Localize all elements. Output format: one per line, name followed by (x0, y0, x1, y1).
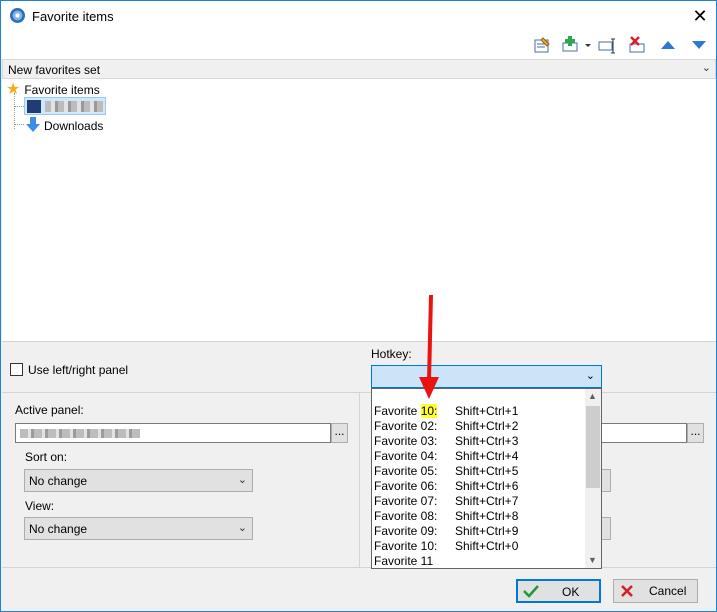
hotkey-option-label: Favorite 06: (374, 479, 438, 493)
chevron-down-icon: ⌄ (237, 474, 247, 486)
hotkey-option-label: Favorite 10: (374, 539, 438, 553)
favorites-tree[interactable]: ★ Favorite items Downloads (2, 79, 716, 341)
hotkey-option-label: Favorite 02: (374, 419, 438, 433)
hotkey-option-name: Favorite 11 (374, 554, 434, 568)
move-down-icon[interactable] (689, 35, 709, 55)
hotkey-option-label: Favorite 05: (374, 464, 438, 478)
hotkey-option-shortcut: Shift+Ctrl+1 (455, 404, 519, 418)
download-arrow-icon (26, 117, 40, 132)
annotation-arrow-icon (419, 294, 439, 399)
hotkey-option-label: Favorite 04: (374, 449, 438, 463)
favorites-set-select[interactable]: New favorites set ⌄ (2, 59, 716, 79)
tree-item-obscured[interactable] (24, 97, 106, 115)
add-icon[interactable] (561, 35, 581, 55)
view-value: No change (29, 522, 88, 536)
use-left-right-panel-label: Use left/right panel (28, 363, 129, 377)
hotkey-option[interactable]: Favorite 02: Shift+Ctrl+2 (372, 419, 587, 434)
hotkey-option-shortcut: Shift+Ctrl+3 (455, 434, 519, 448)
checkmark-icon (523, 585, 539, 598)
hotkey-option[interactable]: Favorite 06: Shift+Ctrl+6 (372, 479, 587, 494)
title-bar: Favorite items ✕ (1, 1, 716, 31)
hotkey-option[interactable]: Favorite 11 (372, 554, 587, 568)
scroll-up-icon[interactable]: ▲ (588, 391, 597, 401)
hotkey-option[interactable]: Favorite 10: Shift+Ctrl+0 (372, 539, 587, 554)
hotkey-option-name: Favorite 07: (374, 494, 437, 509)
hotkey-option-shortcut: Shift+Ctrl+7 (455, 494, 519, 508)
chevron-down-icon: ⌄ (237, 522, 247, 534)
ok-label: OK (562, 585, 580, 599)
hotkey-option[interactable]: Favorite 10: Shift+Ctrl+1 (372, 404, 587, 419)
favorites-set-value: New favorites set (8, 63, 101, 77)
hotkey-option-name: Favorite 08: (374, 509, 437, 524)
chevron-down-icon: ⌄ (585, 370, 595, 382)
hotkey-option[interactable]: Favorite 07: Shift+Ctrl+7 (372, 494, 587, 509)
hotkey-option-label: Favorite 08: (374, 509, 438, 523)
hotkey-option-shortcut: Shift+Ctrl+0 (455, 539, 519, 553)
sort-on-value: No change (29, 474, 88, 488)
view-select[interactable]: No change ⌄ (24, 517, 253, 540)
hotkey-option[interactable]: Favorite 09: Shift+Ctrl+9 (372, 524, 587, 539)
hotkey-option-label: Favorite 11 (374, 554, 434, 568)
hotkey-option-name: Favorite 04: (374, 449, 437, 464)
hotkey-option[interactable]: Favorite 04: Shift+Ctrl+4 (372, 449, 587, 464)
tree-item-downloads[interactable]: Downloads (44, 117, 103, 135)
hotkey-option-name: Favorite 05: (374, 464, 437, 479)
sort-on-select[interactable]: No change ⌄ (24, 469, 253, 492)
hotkey-option-name: Favorite 09: (374, 524, 437, 539)
sort-on-label: Sort on: (25, 450, 68, 464)
hotkey-option-label: Favorite 03: (374, 434, 438, 448)
app-icon (10, 8, 25, 23)
active-panel-path-input[interactable] (15, 423, 331, 443)
close-icon[interactable]: ✕ (689, 5, 711, 27)
ok-button[interactable]: OK (516, 579, 601, 603)
cancel-x-icon (621, 585, 633, 597)
inactive-panel-browse-button[interactable]: ... (687, 423, 704, 443)
hotkey-option-name: Favorite 10: (374, 539, 437, 554)
dropdown-caret-icon[interactable] (583, 35, 593, 55)
view-label: View: (25, 499, 55, 513)
active-panel-browse-button[interactable]: ... (331, 423, 348, 443)
cancel-label: Cancel (649, 584, 687, 598)
hotkey-option-shortcut: Shift+Ctrl+9 (455, 524, 519, 538)
hotkey-option-shortcut: Shift+Ctrl+6 (455, 479, 519, 493)
obscured-label (45, 101, 105, 112)
move-up-icon[interactable] (658, 35, 678, 55)
active-panel-label: Active panel: (15, 403, 84, 417)
edit-icon[interactable] (532, 35, 552, 55)
folder-icon (27, 100, 41, 113)
rename-icon[interactable] (597, 35, 617, 55)
tree-root-label: Favorite items (24, 83, 100, 97)
hotkey-option[interactable]: Favorite 05: Shift+Ctrl+5 (372, 464, 587, 479)
window-title: Favorite items (32, 9, 114, 24)
cancel-button[interactable]: Cancel (613, 579, 698, 603)
hotkey-option-shortcut: Shift+Ctrl+4 (455, 449, 519, 463)
tree-item-label: Downloads (44, 119, 104, 133)
favorite-items-dialog: Favorite items ✕ New favorites set ⌄ ★ F… (0, 0, 717, 612)
hotkey-option-shortcut: Shift+Ctrl+2 (455, 419, 519, 433)
inactive-panel-path-input[interactable] (599, 423, 687, 443)
hotkey-option-name: Favorite 03: (374, 434, 437, 449)
hotkey-label: Hotkey: (371, 347, 412, 361)
hotkey-option-name: Favorite 02: (374, 419, 437, 434)
hotkey-option[interactable]: Favorite 08: Shift+Ctrl+8 (372, 509, 587, 524)
toolbar (1, 31, 716, 59)
hotkey-option[interactable]: Favorite 03: Shift+Ctrl+3 (372, 434, 587, 449)
obscured-path (20, 429, 140, 438)
chevron-down-icon: ⌄ (701, 62, 711, 74)
scroll-thumb[interactable] (586, 406, 600, 488)
scroll-down-icon[interactable]: ▼ (588, 555, 597, 565)
hotkey-option-label: Favorite 09: (374, 524, 438, 538)
hotkey-dropdown-list[interactable]: Favorite 10: Shift+Ctrl+1 Favorite 02: Shif… (371, 388, 602, 569)
use-left-right-panel-checkbox[interactable] (10, 363, 23, 376)
hotkey-option-label: Favorite 07: (374, 494, 438, 508)
hotkey-option-shortcut: Shift+Ctrl+8 (455, 509, 519, 523)
hotkey-option-shortcut: Shift+Ctrl+5 (455, 464, 519, 478)
dropdown-scrollbar[interactable]: ▲ ▼ (585, 389, 601, 568)
hotkey-option-name: Favorite 06: (374, 479, 437, 494)
hotkey-select[interactable]: ⌄ (371, 365, 602, 388)
delete-icon[interactable] (627, 35, 647, 55)
